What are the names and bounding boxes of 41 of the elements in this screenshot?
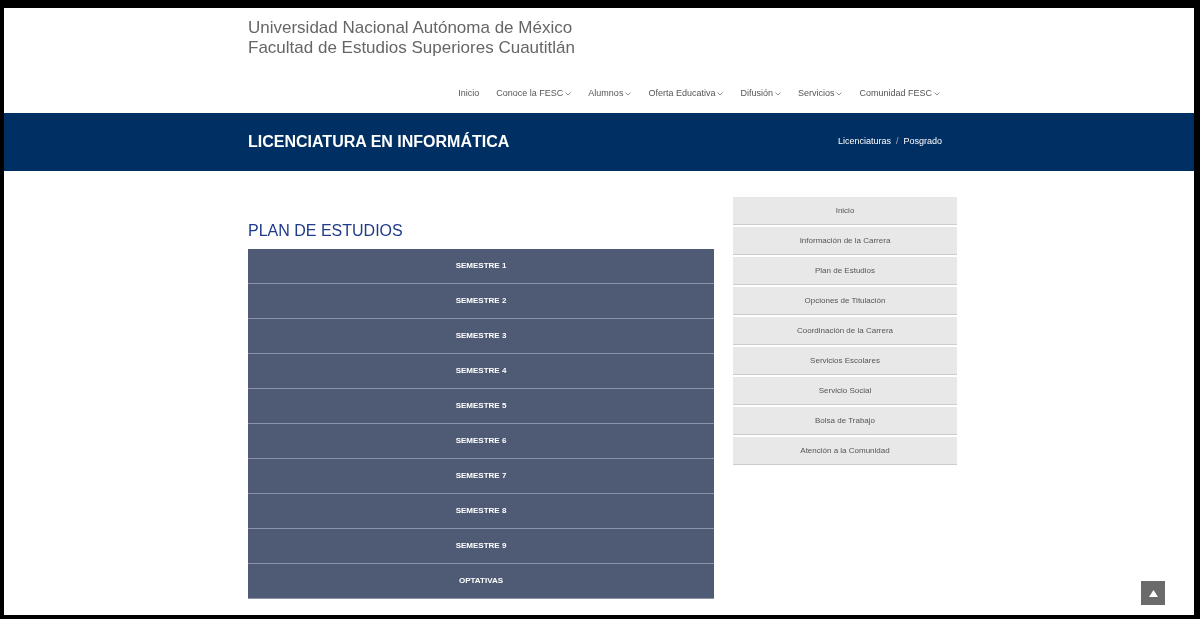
site-title: Universidad Nacional Autónoma de México xyxy=(248,18,573,38)
breadcrumb-separator: / xyxy=(895,135,899,149)
sidebar-link[interactable]: Bolsa de Trabajo xyxy=(733,407,957,435)
chevron-down-icon xyxy=(774,92,781,96)
nav-link[interactable]: Inicio xyxy=(458,87,480,101)
site-title: Facultad de Estudios Superiores Cuautitlán xyxy=(248,38,575,58)
accordion-header[interactable]: SEMESTRE 1 xyxy=(248,249,714,284)
accordion-header[interactable]: SEMESTRE 5 xyxy=(248,389,714,424)
accordion-header[interactable]: SEMESTRE 4 xyxy=(248,354,714,389)
section-title: PLAN DE ESTUDIOS xyxy=(248,221,403,241)
accordion-header[interactable]: SEMESTRE 7 xyxy=(248,459,714,494)
accordion-header[interactable]: SEMESTRE 8 xyxy=(248,494,714,529)
sidebar-link[interactable]: Coordinación de la Carrera xyxy=(733,317,957,345)
sidebar-link[interactable]: Plan de Estudios xyxy=(733,257,957,285)
sidebar-link[interactable]: Opciones de Titulación xyxy=(733,287,957,315)
nav-link[interactable]: Comunidad FESC xyxy=(859,87,940,101)
sidebar-link[interactable]: Servicios Escolares xyxy=(733,347,957,375)
accordion-header[interactable]: SEMESTRE 3 xyxy=(248,319,714,354)
sidebar-link[interactable]: Servicio Social xyxy=(733,377,957,405)
accordion-header[interactable]: SEMESTRE 2 xyxy=(248,284,714,319)
chevron-down-icon xyxy=(625,92,632,96)
chevron-down-icon xyxy=(565,92,572,96)
breadcrumb-link[interactable]: Posgrado xyxy=(903,135,942,149)
chevron-down-icon xyxy=(836,92,843,96)
sidebar-link[interactable]: Atención a la Comunidad xyxy=(733,437,957,465)
nav-link[interactable]: Oferta Educativa xyxy=(648,87,724,101)
nav-link[interactable]: Difusión xyxy=(740,87,781,101)
sidebar-link[interactable]: Información de la Carrera xyxy=(733,227,957,255)
nav-link[interactable]: Servicios xyxy=(797,87,843,101)
accordion-header[interactable]: SEMESTRE 6 xyxy=(248,424,714,459)
chevron-down-icon xyxy=(717,92,724,96)
nav-link[interactable]: Conoce la FESC xyxy=(496,87,572,101)
nav-link[interactable]: Alumnos xyxy=(588,87,632,101)
scroll-top-button[interactable] xyxy=(1141,581,1165,605)
arrow-up-icon xyxy=(1148,589,1158,597)
accordion-header[interactable]: OPTATIVAS xyxy=(248,564,714,599)
sidebar-link[interactable]: Inicio xyxy=(733,197,957,225)
chevron-down-icon xyxy=(934,92,940,96)
page-title: LICENCIATURA EN INFORMÁTICA xyxy=(248,131,510,152)
accordion-header[interactable]: SEMESTRE 9 xyxy=(248,529,714,564)
breadcrumb-link[interactable]: Licenciaturas xyxy=(837,135,891,149)
